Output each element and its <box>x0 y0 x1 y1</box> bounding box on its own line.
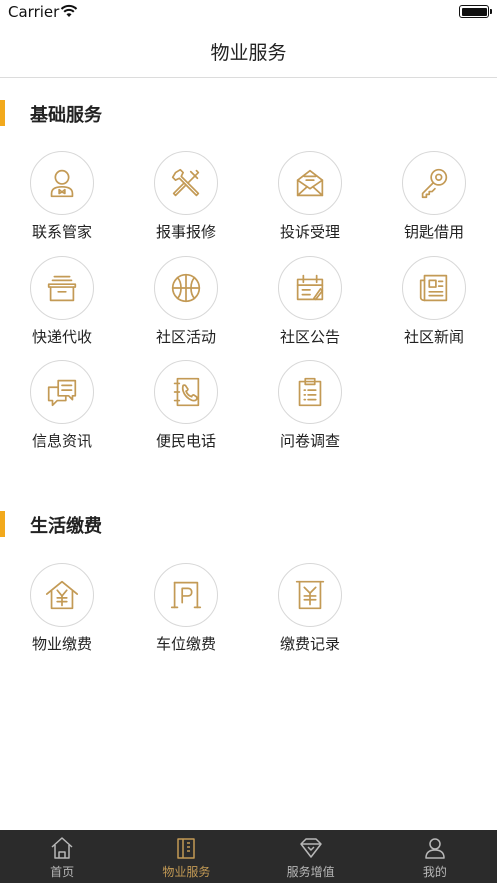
service-news[interactable]: 社区新闻 <box>384 256 484 356</box>
service-notice[interactable]: 社区公告 <box>260 256 360 356</box>
service-label: 便民电话 <box>155 432 216 450</box>
key-icon <box>421 168 448 199</box>
tab-label: 首页 <box>50 865 75 879</box>
payment-records[interactable]: 缴费记录 <box>260 563 360 663</box>
butler-icon <box>50 169 74 198</box>
service-repair[interactable]: 报事报修 <box>136 151 236 251</box>
tab-label: 我的 <box>422 865 447 879</box>
receipt-yuan-icon <box>295 580 325 610</box>
service-label: 钥匙借用 <box>403 223 464 241</box>
tab-label: 物业服务 <box>162 865 211 879</box>
service-key[interactable]: 钥匙借用 <box>384 151 484 251</box>
service-label: 物业缴费 <box>31 635 92 653</box>
section-accent-bar <box>0 100 5 126</box>
service-label: 报事报修 <box>155 223 216 241</box>
section-header-payment: 生活缴费 <box>0 511 497 537</box>
page-title: 物业服务 <box>210 42 287 64</box>
service-label: 信息资讯 <box>31 432 92 450</box>
home-icon <box>51 837 73 859</box>
service-label: 联系管家 <box>31 223 92 241</box>
payment-parking[interactable]: 车位缴费 <box>136 563 236 663</box>
section-title: 基础服务 <box>30 105 102 126</box>
basketball-icon <box>171 273 201 303</box>
tab-bar: 首页 物业服务 服务增值 我的 <box>0 830 497 883</box>
house-yuan-icon <box>45 580 79 610</box>
carrier-label: Carrier <box>8 3 60 21</box>
service-activity[interactable]: 社区活动 <box>136 256 236 356</box>
section-header-basic: 基础服务 <box>0 100 497 126</box>
parcel-icon <box>47 275 77 302</box>
wifi-icon <box>60 4 78 17</box>
tab-label: 服务增值 <box>286 865 335 879</box>
clipboard-icon <box>298 377 322 407</box>
diamond-icon <box>299 838 322 858</box>
nav-bar: 物业服务 <box>0 26 497 78</box>
battery-icon <box>459 5 492 18</box>
service-label: 社区公告 <box>279 328 340 346</box>
service-complaint[interactable]: 投诉受理 <box>260 151 360 251</box>
section-title: 生活缴费 <box>30 516 102 537</box>
payment-property[interactable]: 物业缴费 <box>12 563 112 663</box>
service-label: 投诉受理 <box>279 223 340 241</box>
mail-icon <box>296 169 324 197</box>
phone-book-icon <box>173 377 200 407</box>
service-label: 缴费记录 <box>279 635 340 653</box>
tab-mine[interactable]: 我的 <box>373 830 497 883</box>
service-label: 社区新闻 <box>403 328 464 346</box>
service-info[interactable]: 信息资讯 <box>12 360 112 460</box>
service-label: 快递代收 <box>31 328 92 346</box>
service-survey[interactable]: 问卷调查 <box>260 360 360 460</box>
message-icon <box>47 379 77 407</box>
news-icon <box>419 274 448 302</box>
service-parcel[interactable]: 快递代收 <box>12 256 112 356</box>
service-phone[interactable]: 便民电话 <box>136 360 236 460</box>
service-label: 问卷调查 <box>279 432 340 450</box>
user-icon <box>425 838 445 859</box>
status-bar: Carrier <box>0 0 497 26</box>
section-accent-bar <box>0 511 5 537</box>
tab-home[interactable]: 首页 <box>0 830 124 883</box>
tab-value-added[interactable]: 服务增值 <box>249 830 373 883</box>
notice-icon <box>296 274 324 301</box>
tools-icon <box>171 168 200 197</box>
service-butler[interactable]: 联系管家 <box>12 151 112 251</box>
service-label: 车位缴费 <box>155 635 216 653</box>
tab-property-service[interactable]: 物业服务 <box>124 830 248 883</box>
service-label: 社区活动 <box>155 328 216 346</box>
parking-icon <box>170 581 202 609</box>
building-icon <box>177 838 196 859</box>
